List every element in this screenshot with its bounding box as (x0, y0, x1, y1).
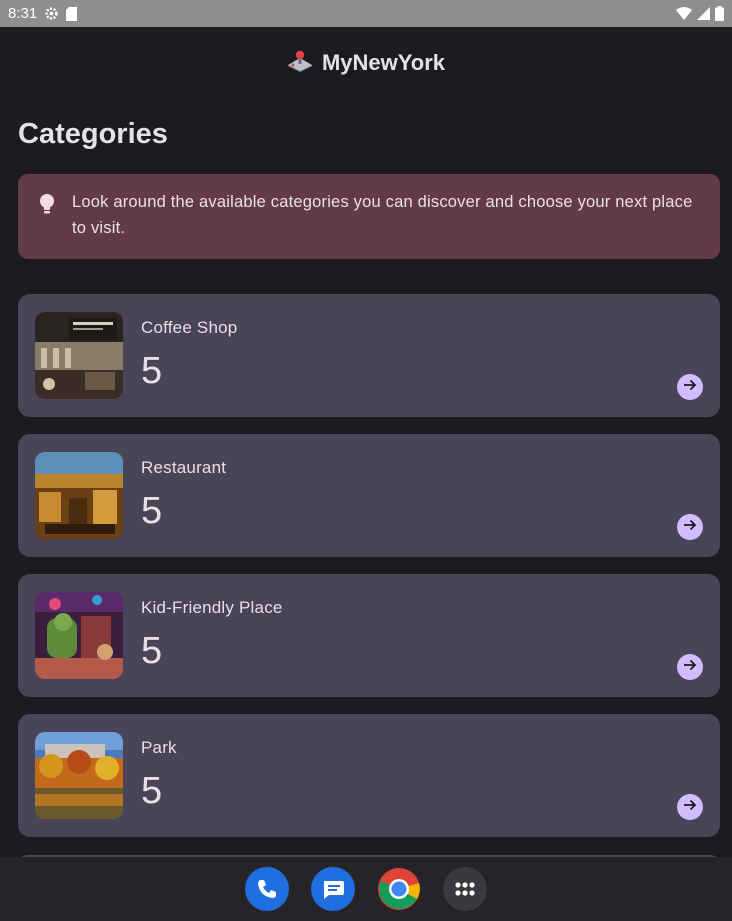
category-count: 5 (141, 770, 163, 812)
coffee-shop-thumbnail (35, 312, 123, 399)
status-time: 8:31 (8, 5, 38, 22)
status-bar: 8:31 (0, 0, 732, 27)
dock (0, 857, 732, 921)
joystick-logo-icon (287, 50, 313, 77)
sd-card-icon (66, 6, 78, 21)
category-card-restaurant[interactable]: Restaurant 5 (18, 434, 720, 557)
arrow-forward-button[interactable] (677, 374, 703, 400)
category-card-coffee-shop[interactable]: Coffee Shop 5 (18, 294, 720, 417)
app-title: MyNewYork (321, 50, 446, 75)
arrow-forward-button[interactable] (677, 654, 703, 680)
page-title: Categories (18, 118, 168, 150)
cell-signal-icon (697, 7, 710, 20)
messages-icon[interactable] (311, 867, 355, 911)
category-name: Kid-Friendly Place (141, 598, 283, 617)
arrow-forward-button[interactable] (677, 514, 703, 540)
park-thumbnail (35, 732, 123, 819)
tip-text: Look around the available categories you… (72, 193, 693, 237)
settings-gear-icon (44, 6, 59, 21)
arrow-right-icon (683, 378, 697, 397)
arrow-right-icon (683, 658, 697, 677)
arrow-forward-button[interactable] (677, 794, 703, 820)
kid-friendly-place-thumbnail (35, 592, 123, 679)
category-count: 5 (141, 350, 163, 392)
phone-icon[interactable] (245, 867, 289, 911)
category-list: Coffee Shop 5 Restaurant 5 Kid-Friendly … (18, 294, 720, 854)
wifi-icon (676, 7, 692, 20)
category-count: 5 (141, 490, 163, 532)
category-name: Restaurant (141, 458, 227, 477)
battery-icon (715, 6, 724, 21)
category-card-park[interactable]: Park 5 (18, 714, 720, 837)
tip-card: Look around the available categories you… (18, 174, 720, 259)
arrow-right-icon (683, 798, 697, 817)
category-name: Park (141, 738, 177, 757)
category-card-kid-friendly-place[interactable]: Kid-Friendly Place 5 (18, 574, 720, 697)
lightbulb-icon (36, 192, 58, 221)
app-bar: MyNewYork (0, 27, 732, 99)
category-name: Coffee Shop (141, 318, 238, 337)
chrome-icon[interactable] (377, 867, 421, 911)
category-count: 5 (141, 630, 163, 672)
arrow-right-icon (683, 518, 697, 537)
restaurant-thumbnail (35, 452, 123, 539)
app-drawer-icon[interactable] (443, 867, 487, 911)
